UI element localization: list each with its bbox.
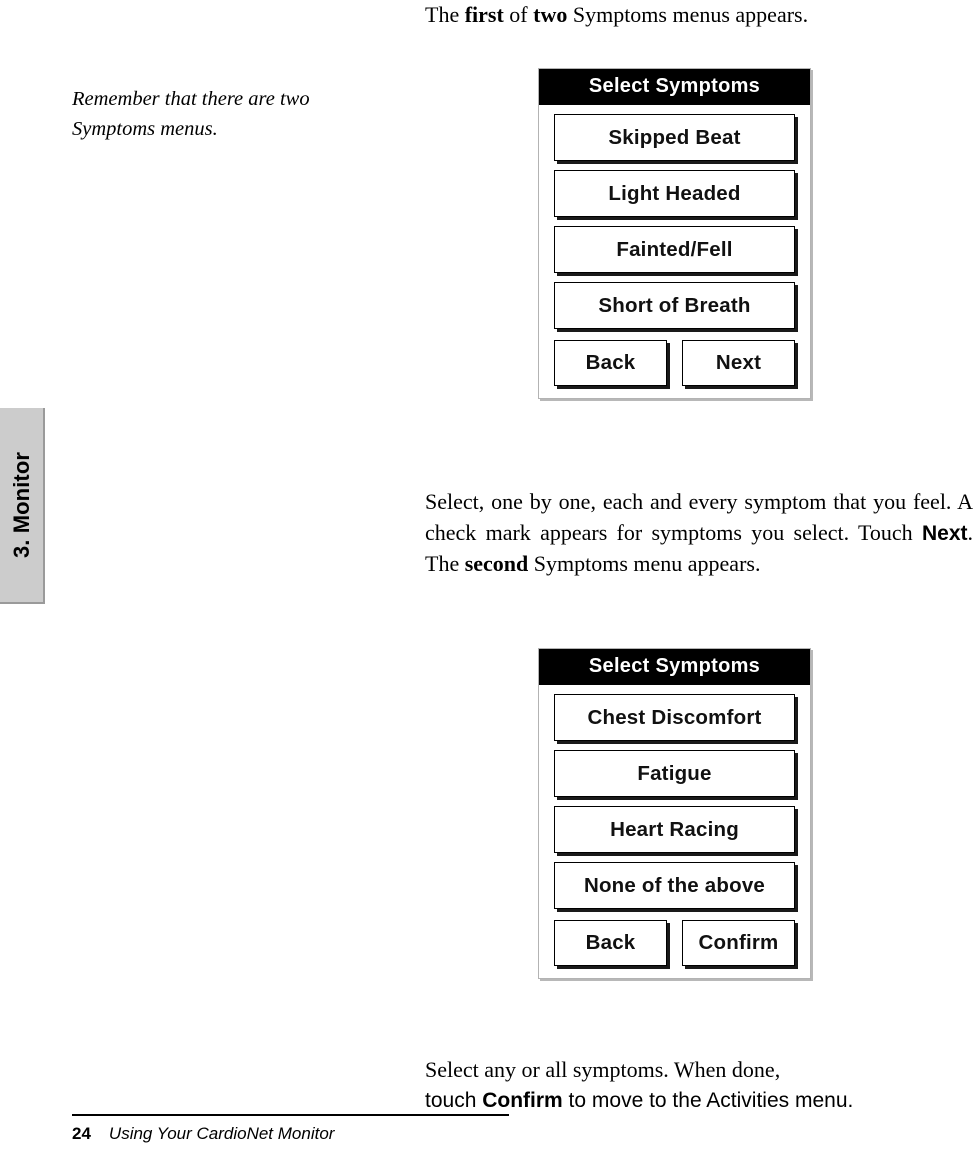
chapter-tab-monitor: 3. Monitor	[0, 408, 45, 604]
intro-bold-two: two	[533, 2, 568, 27]
closing-paragraph-line1: Select any or all symptoms. When done,	[425, 1055, 973, 1086]
symptom-button-light-headed[interactable]: Light Headed	[554, 170, 795, 217]
screenshot-symptoms-menu-2: Select Symptoms Chest Discomfort Fatigue…	[538, 648, 811, 979]
device-screen-body: Chest Discomfort Fatigue Heart Racing No…	[539, 685, 810, 978]
intro-text-1: The	[425, 2, 465, 27]
intro-paragraph: The first of two Symptoms menus appears.	[425, 0, 973, 31]
symptom-button-heart-racing[interactable]: Heart Racing	[554, 806, 795, 853]
middle-bold-next: Next	[921, 521, 968, 545]
document-page: 3. Monitor The first of two Symptoms men…	[0, 0, 973, 1152]
closing-text-3: to move to the Activities menu.	[562, 1088, 854, 1112]
device-title-bar: Select Symptoms	[539, 69, 810, 105]
symptom-button-none-of-the-above[interactable]: None of the above	[554, 862, 795, 909]
intro-text-3: Symptoms menus appears.	[567, 2, 809, 27]
middle-bold-second: second	[464, 551, 529, 576]
intro-text-2: of	[503, 2, 534, 27]
symptom-button-skipped-beat[interactable]: Skipped Beat	[554, 114, 795, 161]
closing-paragraph-line2: touch Confirm to move to the Activities …	[425, 1086, 973, 1117]
footer-rule	[72, 1114, 509, 1116]
symptom-button-fainted-fell[interactable]: Fainted/Fell	[554, 226, 795, 273]
middle-text-3: Symptoms menu appears.	[528, 551, 761, 576]
closing-text-2: touch	[425, 1088, 483, 1112]
middle-paragraph: Select, one by one, each and every sympt…	[425, 487, 973, 580]
device-nav-row: Back Next	[551, 340, 798, 386]
middle-paragraph-block: Select, one by one, each and every sympt…	[425, 487, 973, 580]
page-number: 24	[72, 1124, 91, 1143]
next-button[interactable]: Next	[682, 340, 795, 386]
page-footer: 24 Using Your CardioNet Monitor	[72, 1124, 334, 1144]
margin-note: Remember that there are two Symptoms men…	[72, 88, 310, 140]
symptom-button-short-of-breath[interactable]: Short of Breath	[554, 282, 795, 329]
symptom-button-fatigue[interactable]: Fatigue	[554, 750, 795, 797]
symptom-button-chest-discomfort[interactable]: Chest Discomfort	[554, 694, 795, 741]
confirm-button[interactable]: Confirm	[682, 920, 795, 966]
screenshot-symptoms-menu-1: Select Symptoms Skipped Beat Light Heade…	[538, 68, 811, 399]
middle-text-1: Select, one by one, each and every sympt…	[425, 489, 973, 545]
intro-bold-first: first	[464, 2, 504, 27]
device-title-bar: Select Symptoms	[539, 649, 810, 685]
intro-paragraph-block: The first of two Symptoms menus appears.	[425, 0, 973, 31]
chapter-tab-label: 3. Monitor	[8, 451, 34, 559]
closing-bold-confirm: Confirm	[482, 1088, 563, 1112]
closing-paragraph-block: Select any or all symptoms. When done, t…	[425, 1055, 973, 1116]
running-title: Using Your CardioNet Monitor	[108, 1124, 335, 1143]
back-button[interactable]: Back	[554, 920, 667, 966]
device-nav-row: Back Confirm	[551, 920, 798, 966]
back-button[interactable]: Back	[554, 340, 667, 386]
device-screen-body: Skipped Beat Light Headed Fainted/Fell S…	[539, 105, 810, 398]
closing-text-1: Select any or all symptoms. When done,	[425, 1057, 781, 1082]
